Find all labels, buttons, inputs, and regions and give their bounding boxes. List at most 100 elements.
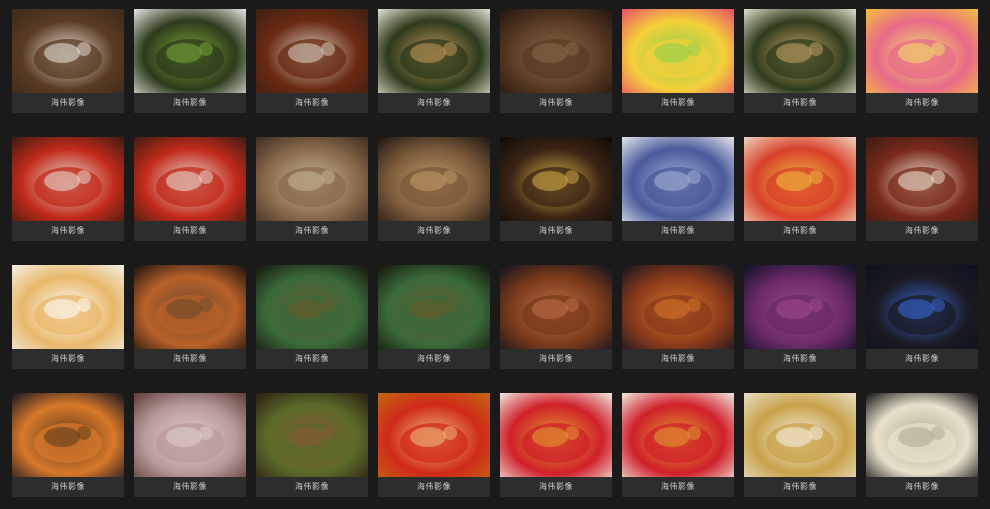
photo-caption: 海伟影像 [378, 349, 490, 369]
photo-caption: 海伟影像 [744, 221, 856, 241]
photo-caption: 海伟影像 [500, 221, 612, 241]
copper-incense-box-image [134, 265, 246, 349]
photo-thumbnail[interactable] [134, 137, 246, 221]
photo-thumbnail[interactable] [622, 137, 734, 221]
photo-thumbnail[interactable] [378, 9, 490, 93]
photo-thumbnail[interactable] [378, 137, 490, 221]
photo-thumbnail[interactable] [500, 137, 612, 221]
crystal-bow-brooch-image [622, 137, 734, 221]
gold-yin-yang-pendant-image [500, 137, 612, 221]
gallery-item[interactable]: 海伟影像 [134, 265, 246, 369]
gallery-item[interactable]: 海伟影像 [134, 137, 246, 241]
tea-leaves-pile-image [256, 393, 368, 477]
photo-caption: 海伟影像 [378, 477, 490, 497]
photo-thumbnail[interactable] [744, 9, 856, 93]
gallery-item[interactable]: 海伟影像 [500, 393, 612, 497]
gallery-item[interactable]: 海伟影像 [378, 265, 490, 369]
gallery-item[interactable]: 海伟影像 [622, 393, 734, 497]
gallery-item[interactable]: 海伟影像 [622, 137, 734, 241]
gallery-item[interactable]: 海伟影像 [744, 393, 856, 497]
photo-thumbnail[interactable] [500, 265, 612, 349]
photo-thumbnail[interactable] [134, 265, 246, 349]
photo-caption: 海伟影像 [622, 221, 734, 241]
photo-thumbnail[interactable] [12, 265, 124, 349]
photo-caption: 海伟影像 [12, 349, 124, 369]
gallery-item[interactable]: 海伟影像 [256, 137, 368, 241]
photo-thumbnail[interactable] [866, 265, 978, 349]
photo-thumbnail[interactable] [12, 393, 124, 477]
gallery-item[interactable]: 海伟影像 [744, 9, 856, 113]
photo-caption: 海伟影像 [500, 477, 612, 497]
photo-thumbnail[interactable] [134, 9, 246, 93]
gallery-item[interactable]: 海伟影像 [744, 137, 856, 241]
photo-thumbnail[interactable] [866, 393, 978, 477]
photo-caption: 海伟影像 [622, 349, 734, 369]
photo-caption: 海伟影像 [866, 477, 978, 497]
photo-thumbnail[interactable] [256, 393, 368, 477]
gallery-item[interactable]: 海伟影像 [12, 265, 124, 369]
gallery-item[interactable]: 海伟影像 [134, 393, 246, 497]
gallery-item[interactable]: 海伟影像 [378, 9, 490, 113]
gallery-item[interactable]: 海伟影像 [500, 9, 612, 113]
photo-caption: 海伟影像 [866, 349, 978, 369]
gallery-item[interactable]: 海伟影像 [744, 265, 856, 369]
photo-thumbnail[interactable] [256, 137, 368, 221]
photo-thumbnail[interactable] [744, 393, 856, 477]
photo-thumbnail[interactable] [744, 265, 856, 349]
sea-cucumber-chili-image [256, 9, 368, 93]
gallery-item[interactable]: 海伟影像 [256, 393, 368, 497]
gallery-item[interactable]: 海伟影像 [12, 9, 124, 113]
photo-caption: 海伟影像 [12, 93, 124, 113]
green-tea-plate-2-image [744, 9, 856, 93]
gallery-item[interactable]: 海伟影像 [866, 265, 978, 369]
gallery-item[interactable]: 海伟影像 [866, 393, 978, 497]
gallery-item[interactable]: 海伟影像 [622, 265, 734, 369]
gallery-item[interactable]: 海伟影像 [866, 137, 978, 241]
gallery-item[interactable]: 海伟影像 [500, 137, 612, 241]
gallery-item[interactable]: 海伟影像 [134, 9, 246, 113]
drinks-popcorn-image [744, 137, 856, 221]
photo-thumbnail[interactable] [500, 393, 612, 477]
photo-thumbnail[interactable] [12, 137, 124, 221]
gallery-item[interactable]: 海伟影像 [500, 265, 612, 369]
dried-persimmons-image [134, 393, 246, 477]
coffee-beans-dark-image [500, 9, 612, 93]
photo-thumbnail[interactable] [378, 265, 490, 349]
photo-thumbnail[interactable] [622, 393, 734, 477]
photo-thumbnail[interactable] [256, 9, 368, 93]
gallery-item[interactable]: 海伟影像 [256, 265, 368, 369]
photo-thumbnail[interactable] [256, 265, 368, 349]
photo-thumbnail[interactable] [134, 393, 246, 477]
photo-thumbnail[interactable] [866, 137, 978, 221]
photo-thumbnail[interactable] [12, 9, 124, 93]
gallery-item[interactable]: 海伟影像 [378, 393, 490, 497]
gallery-item[interactable]: 海伟影像 [256, 9, 368, 113]
photo-thumbnail[interactable] [622, 265, 734, 349]
gallery-item[interactable]: 海伟影像 [12, 137, 124, 241]
gallery-item[interactable]: 海伟影像 [622, 9, 734, 113]
gallery-item[interactable]: 海伟影像 [12, 393, 124, 497]
photo-caption: 海伟影像 [866, 93, 978, 113]
photo-caption: 海伟影像 [622, 93, 734, 113]
white-food-spoon-image [12, 265, 124, 349]
photo-thumbnail[interactable] [622, 9, 734, 93]
colorful-candy-image [622, 9, 734, 93]
honey-spoon-red-image [378, 393, 490, 477]
gallery-item[interactable]: 海伟影像 [378, 137, 490, 241]
photo-caption: 海伟影像 [744, 93, 856, 113]
photo-thumbnail[interactable] [378, 393, 490, 477]
photo-caption: 海伟影像 [12, 221, 124, 241]
gallery-item[interactable]: 海伟影像 [866, 9, 978, 113]
walnuts-chopsticks-image [256, 137, 368, 221]
photo-caption: 海伟影像 [256, 349, 368, 369]
photo-caption: 海伟影像 [134, 349, 246, 369]
green-tea-plate-image [378, 9, 490, 93]
photo-caption: 海伟影像 [256, 221, 368, 241]
photo-thumbnail[interactable] [500, 9, 612, 93]
photo-thumbnail[interactable] [744, 137, 856, 221]
photo-thumbnail[interactable] [866, 9, 978, 93]
walnuts-basket-image [378, 137, 490, 221]
photo-caption: 海伟影像 [744, 349, 856, 369]
sea-cucumber-plate-2-image [134, 137, 246, 221]
green-tea-bowl-image [134, 9, 246, 93]
